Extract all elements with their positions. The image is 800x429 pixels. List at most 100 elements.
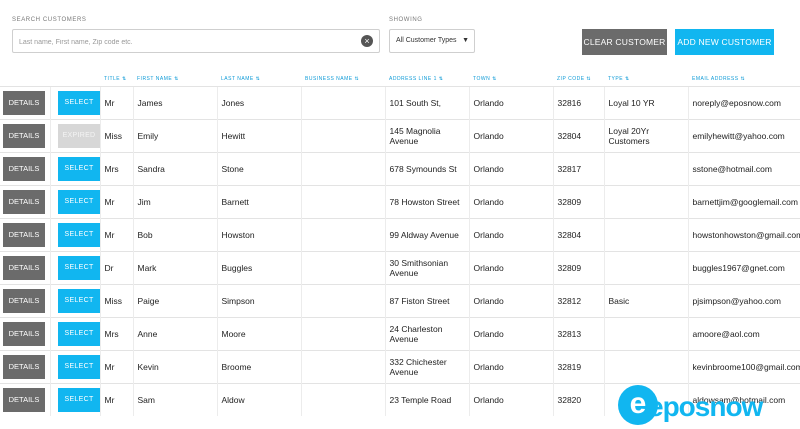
cell-business (300, 218, 385, 252)
cell-title: Dr (99, 251, 133, 285)
select-button[interactable]: SELECT (57, 388, 100, 412)
eposnow-logo: e eposnow (618, 385, 778, 429)
select-button[interactable]: SELECT (57, 289, 100, 313)
cell-address: 332 Chichester Avenue (384, 350, 469, 384)
cell-last: Broome (216, 350, 301, 384)
details-button[interactable]: DETAILS (3, 388, 45, 412)
column-header[interactable]: ZIP CODE ⇅ (553, 72, 604, 87)
cell-town: Orlando (468, 284, 553, 318)
cell-first: Sam (132, 383, 217, 416)
table-header: TITLE ⇅ FIRST NAME ⇅ LAST NAME ⇅ BUSINES… (0, 72, 800, 87)
select-button[interactable]: SELECT (57, 190, 100, 214)
select-button[interactable]: SELECT (57, 322, 100, 346)
cell-zip: 32820 (552, 383, 604, 416)
details-cell: DETAILS (0, 251, 50, 285)
cell-type (603, 218, 688, 252)
details-button[interactable]: DETAILS (3, 124, 45, 148)
cell-town: Orlando (468, 185, 553, 219)
select-button[interactable]: SELECT (57, 157, 100, 181)
select-button[interactable]: SELECT (57, 355, 100, 379)
cell-last: Stone (216, 152, 301, 186)
details-button[interactable]: DETAILS (3, 91, 45, 115)
select-cell: SELECT (49, 185, 100, 219)
table-row: DETAILS SELECT Mr Bob Howston 99 Aldway Avenu… (0, 218, 800, 252)
table-row: DETAILS SELECT Miss Paige Simpson 87 Fiston S… (0, 284, 800, 318)
cell-email: noreply@eposnow.com (687, 86, 800, 120)
select-button[interactable]: SELECT (57, 256, 100, 280)
cell-type (603, 251, 688, 285)
clear-customer-button[interactable]: CLEAR CUSTOMER (582, 29, 667, 55)
add-new-customer-button[interactable]: ADD NEW CUSTOMER (675, 29, 774, 55)
table-row: DETAILS SELECT Mr James Jones 101 South St, Or… (0, 86, 800, 120)
details-cell: DETAILS (0, 86, 50, 120)
cell-first: Anne (132, 317, 217, 351)
search-input[interactable] (17, 31, 351, 53)
customer-type-value: All Customer Types (396, 37, 457, 44)
select-cell: SELECT (49, 350, 100, 384)
clear-search-icon[interactable]: × (361, 35, 373, 47)
chevron-down-icon: ▼ (462, 37, 469, 44)
details-button[interactable]: DETAILS (3, 190, 45, 214)
cell-address: 30 Smithsonian Avenue (384, 251, 469, 285)
cell-type: Loyal 10 YR (603, 86, 688, 120)
showing-label: SHOWING (389, 17, 423, 23)
cell-business (300, 350, 385, 384)
cell-business (300, 152, 385, 186)
column-header[interactable]: TYPE ⇅ (604, 72, 688, 87)
cell-town: Orlando (468, 119, 553, 153)
cell-zip: 32812 (552, 284, 604, 318)
cell-email: howstonhowston@gmail.com (687, 218, 800, 252)
details-button[interactable]: DETAILS (3, 223, 45, 247)
details-cell: DETAILS (0, 383, 50, 416)
cell-zip: 32804 (552, 119, 604, 153)
cell-zip: 32819 (552, 350, 604, 384)
column-header[interactable]: TOWN ⇅ (469, 72, 553, 87)
column-header[interactable]: BUSINESS NAME ⇅ (301, 72, 385, 87)
cell-address: 145 Magnolia Avenue (384, 119, 469, 153)
details-cell: DETAILS (0, 350, 50, 384)
cell-type: Basic (603, 284, 688, 318)
cell-first: Paige (132, 284, 217, 318)
search-box[interactable]: × (12, 29, 380, 53)
cell-title: Miss (99, 119, 133, 153)
select-button[interactable]: SELECT (57, 91, 100, 115)
cell-town: Orlando (468, 152, 553, 186)
select-cell: SELECT (49, 152, 100, 186)
column-header[interactable]: TITLE ⇅ (100, 72, 133, 87)
details-cell: DETAILS (0, 185, 50, 219)
details-button[interactable]: DETAILS (3, 256, 45, 280)
cell-first: Jim (132, 185, 217, 219)
cell-zip: 32809 (552, 251, 604, 285)
cell-zip: 32817 (552, 152, 604, 186)
column-header[interactable]: FIRST NAME ⇅ (133, 72, 217, 87)
cell-first: Bob (132, 218, 217, 252)
cell-town: Orlando (468, 86, 553, 120)
cell-email: kevinbroome100@gmail.com (687, 350, 800, 384)
expired-button: EXPIRED (57, 124, 100, 148)
cell-first: James (132, 86, 217, 120)
cell-town: Orlando (468, 383, 553, 416)
column-header[interactable]: EMAIL ADDRESS ⇅ (688, 72, 800, 87)
cell-zip: 32813 (552, 317, 604, 351)
cell-business (300, 317, 385, 351)
details-button[interactable]: DETAILS (3, 322, 45, 346)
select-cell: SELECT (49, 383, 100, 416)
details-button[interactable]: DETAILS (3, 289, 45, 313)
cell-business (300, 119, 385, 153)
table-row: DETAILS SELECT Mrs Sandra Stone 678 Symounds … (0, 152, 800, 186)
column-header[interactable]: LAST NAME ⇅ (217, 72, 301, 87)
select-cell: SELECT (49, 251, 100, 285)
column-header[interactable]: ADDRESS LINE 1 ⇅ (385, 72, 469, 87)
cell-business (300, 86, 385, 120)
cell-address: 23 Temple Road (384, 383, 469, 416)
cell-address: 101 South St, (384, 86, 469, 120)
cell-zip: 32816 (552, 86, 604, 120)
cell-type: Loyal 20Yr Customers (603, 119, 688, 153)
table-row: DETAILS SELECT Mr Kevin Broome 332 Chichester… (0, 350, 800, 384)
customer-type-select[interactable]: All Customer Types ▼ (389, 29, 475, 53)
cell-address: 78 Howston Street (384, 185, 469, 219)
details-button[interactable]: DETAILS (3, 157, 45, 181)
details-button[interactable]: DETAILS (3, 355, 45, 379)
select-button[interactable]: SELECT (57, 223, 100, 247)
select-cell: SELECT (49, 284, 100, 318)
